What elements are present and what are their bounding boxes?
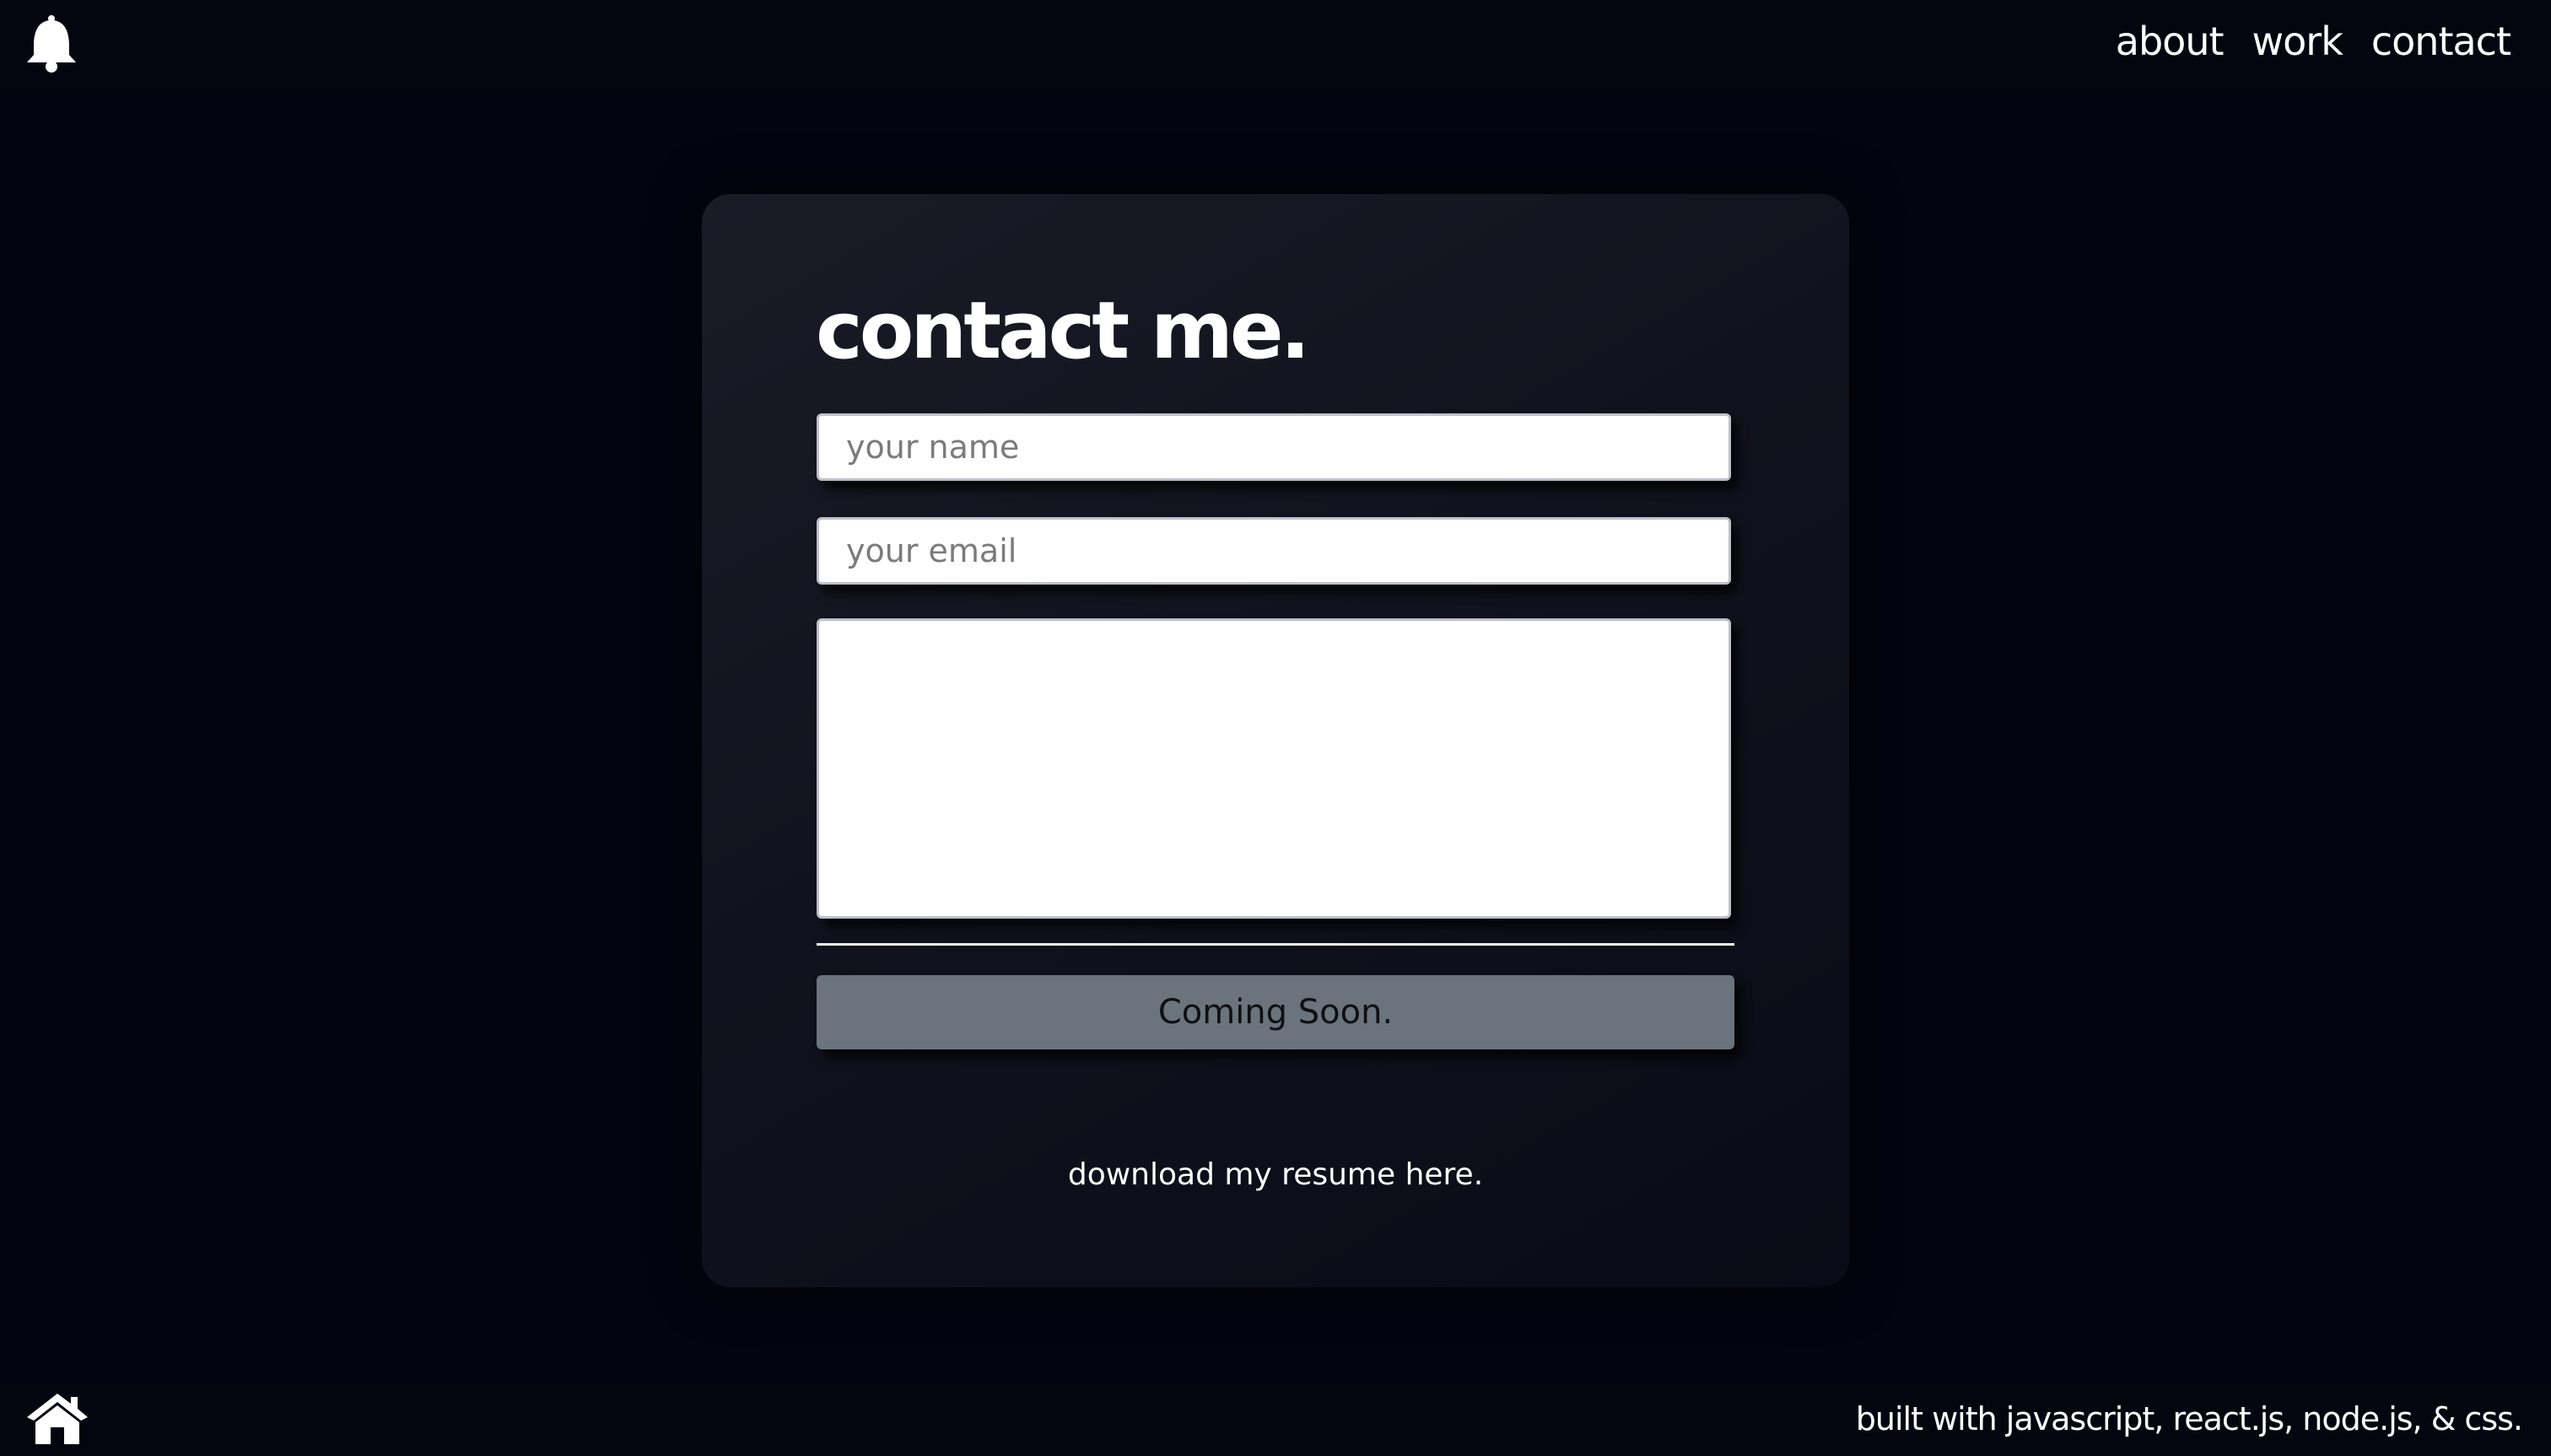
footer: built with javascript, react.js, node.js…: [0, 1383, 2551, 1456]
bell-icon[interactable]: [25, 15, 78, 73]
message-textarea[interactable]: [817, 618, 1731, 919]
name-input[interactable]: [817, 413, 1731, 481]
nav-link-work[interactable]: work: [2252, 19, 2343, 64]
email-input[interactable]: [817, 517, 1731, 585]
nav-link-about[interactable]: about: [2116, 19, 2225, 64]
page-title: contact me.: [816, 285, 1310, 377]
contact-card: contact me. Coming Soon. download my res…: [702, 194, 1849, 1287]
divider: [817, 943, 1734, 946]
resume-download-link[interactable]: download my resume here.: [702, 1157, 1849, 1192]
submit-button[interactable]: Coming Soon.: [817, 975, 1734, 1049]
page: about work contact contact me. Coming So…: [0, 0, 2551, 1456]
nav-link-contact[interactable]: contact: [2371, 19, 2511, 64]
footer-credits: built with javascript, react.js, node.js…: [1855, 1400, 2523, 1437]
main-nav: about work contact: [2116, 19, 2511, 64]
home-icon[interactable]: [25, 1390, 89, 1446]
top-bar: about work contact: [0, 0, 2551, 93]
